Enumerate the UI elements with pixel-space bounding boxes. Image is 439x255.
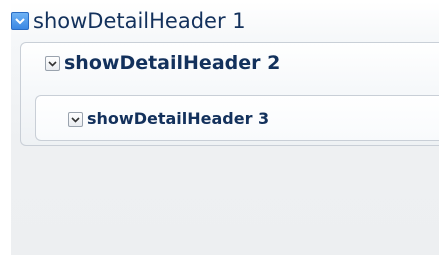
show-detail-header-3: showDetailHeader 3	[68, 96, 269, 142]
disclosure-toggle-icon[interactable]	[45, 55, 60, 71]
header-3-section: showDetailHeader 3	[35, 95, 439, 141]
header-2-title[interactable]: showDetailHeader 2	[64, 53, 280, 73]
disclosure-toggle-icon[interactable]	[68, 111, 83, 127]
header-1-title[interactable]: showDetailHeader 1	[33, 10, 246, 32]
show-detail-header-2: showDetailHeader 2	[45, 43, 280, 83]
show-detail-header-1: showDetailHeader 1	[11, 6, 246, 36]
header-3-title[interactable]: showDetailHeader 3	[87, 111, 269, 127]
disclosure-toggle-icon[interactable]	[11, 12, 29, 30]
